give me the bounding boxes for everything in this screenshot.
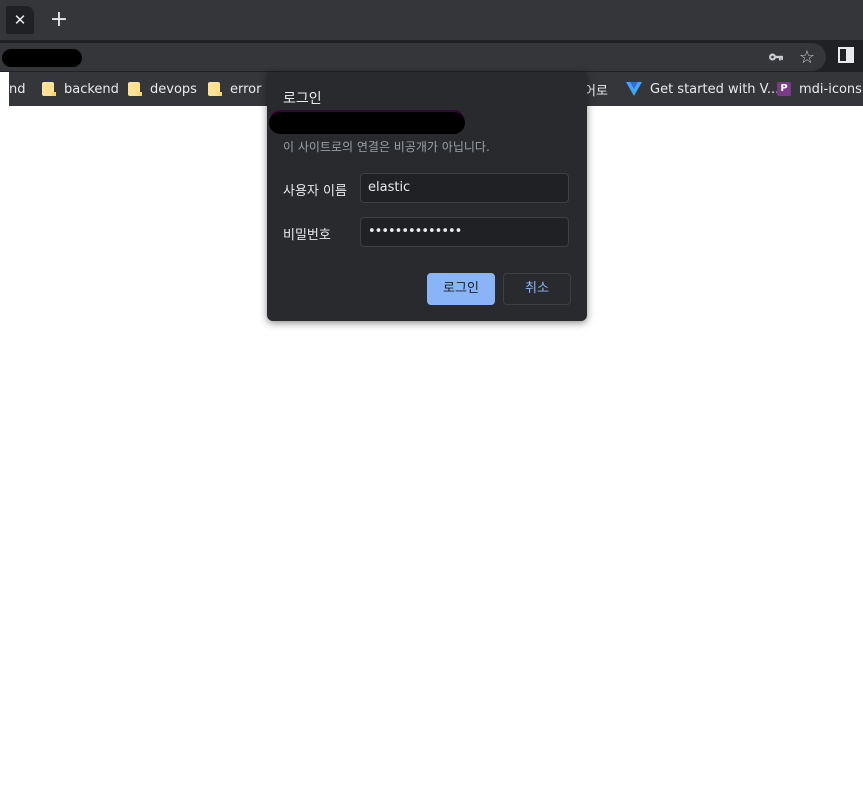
tab-strip: ✕ +	[0, 0, 863, 40]
toolbar: ☆	[0, 40, 863, 72]
folder-icon	[42, 82, 56, 96]
bookmark-mdi-icons[interactable]: P mdi-icons	[777, 72, 862, 106]
username-input[interactable]: elastic	[360, 173, 569, 203]
username-label: 사용자 이름	[283, 184, 347, 199]
folder-icon	[128, 82, 142, 96]
close-tab-icon[interactable]: ✕	[6, 6, 34, 34]
password-input[interactable]: ••••••••••••••	[360, 217, 569, 247]
side-panel-icon[interactable]	[838, 47, 854, 63]
bookmark-label: 어로	[584, 83, 608, 99]
bookmark-get-started[interactable]: Get started with V...	[626, 72, 779, 106]
cancel-button[interactable]: 취소	[503, 273, 571, 305]
star-icon[interactable]: ☆	[797, 48, 817, 68]
bookmark-item[interactable]: 어로	[584, 72, 608, 106]
bookmark-label: error	[230, 81, 262, 97]
dialog-description: 이 사이트로의 연결은 비공개가 아닙니다.	[283, 140, 490, 154]
redacted-url	[2, 49, 82, 67]
address-bar[interactable]: ☆	[0, 43, 826, 71]
bookmark-label: nd	[9, 81, 26, 97]
login-button[interactable]: 로그인	[427, 273, 495, 305]
login-dialog: 로그인 이 사이트로의 연결은 비공개가 아닙니다. 사용자 이름 elasti…	[267, 72, 587, 321]
bookmark-label: devops	[150, 81, 197, 97]
password-label: 비밀번호	[283, 228, 331, 243]
bookmark-folder-backend[interactable]: backend	[42, 72, 119, 106]
new-tab-button[interactable]: +	[48, 8, 70, 32]
p-icon: P	[777, 82, 791, 96]
bookmark-item[interactable]: nd	[9, 72, 26, 106]
bookmark-label: Get started with V...	[650, 81, 780, 97]
bookmark-folder-devops[interactable]: devops	[128, 72, 197, 106]
key-icon[interactable]	[768, 50, 784, 64]
bookmark-folder-error[interactable]: error	[208, 72, 261, 106]
bookmark-label: mdi-icons	[799, 81, 862, 97]
bookmark-label: backend	[64, 81, 119, 97]
vite-icon	[626, 82, 642, 96]
dialog-title: 로그인	[283, 91, 322, 107]
redacted-site-name	[269, 112, 465, 134]
folder-icon	[208, 82, 222, 96]
